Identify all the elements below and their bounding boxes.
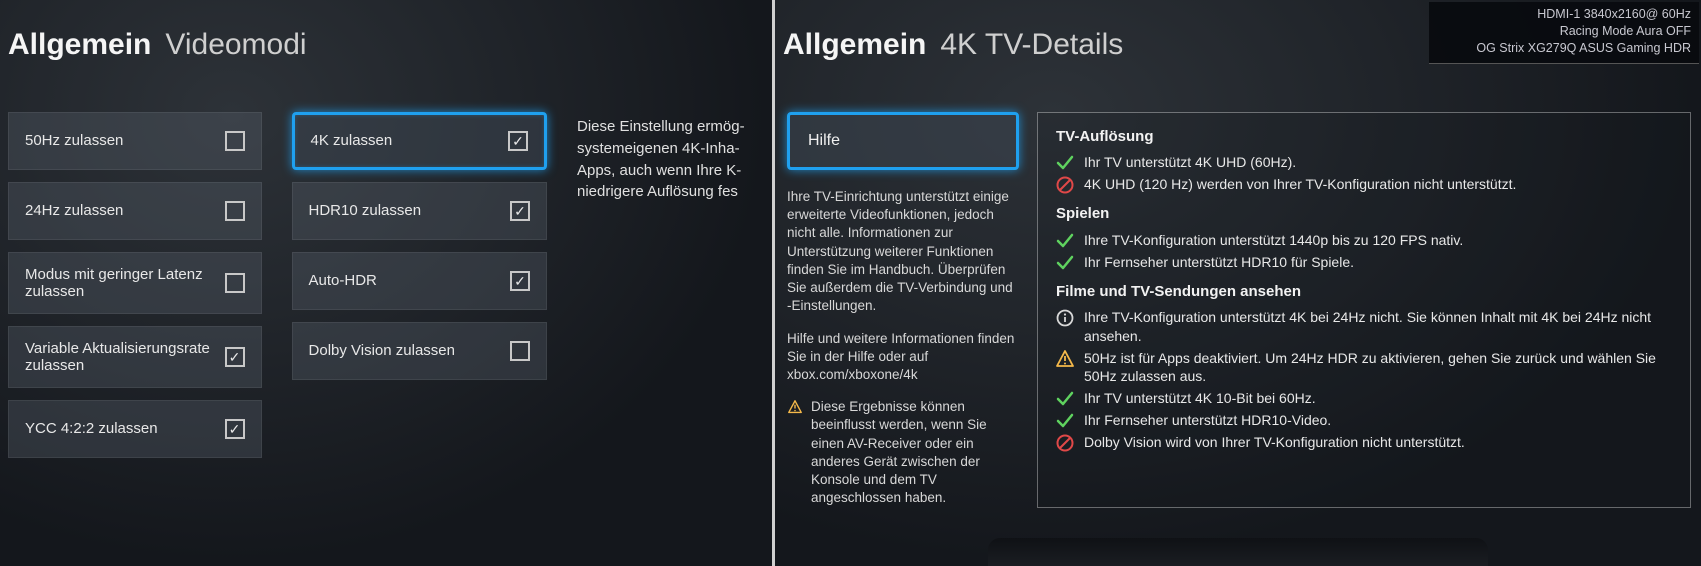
monitor-osd-overlay: HDMI-1 3840x2160@ 60Hz Racing Mode Aura …	[1429, 2, 1699, 64]
option-vrr[interactable]: Variable Aktualisierungsrate zulassen ✓	[8, 326, 262, 388]
check-icon	[1056, 254, 1074, 272]
option-24hz[interactable]: 24Hz zulassen	[8, 182, 262, 240]
no-icon	[1056, 434, 1074, 452]
option-low-latency[interactable]: Modus mit geringer Latenz zulassen	[8, 252, 262, 314]
detail-row: Ihr Fernseher unterstützt HDR10-Video.	[1056, 411, 1672, 430]
video-modes-col2: 4K zulassen ✓ HDR10 zulassen ✓ Auto-HDR …	[292, 112, 547, 458]
info-icon	[1056, 309, 1074, 327]
checkbox-icon	[225, 131, 245, 151]
option-4k[interactable]: 4K zulassen ✓	[292, 112, 547, 170]
check-icon	[1056, 232, 1074, 250]
check-icon	[1056, 390, 1074, 408]
breadcrumb: Allgemein	[783, 28, 926, 62]
warning-icon	[787, 400, 803, 414]
help-column: Hilfe Ihre TV-Einrichtung unterstützt ei…	[787, 112, 1019, 508]
detail-row: Ihr Fernseher unterstützt HDR10 für Spie…	[1056, 253, 1672, 272]
checkbox-icon: ✓	[225, 347, 245, 367]
4k-details-panel: Allgemein 4K TV-Details HDMI-1 3840x2160…	[775, 0, 1701, 566]
page-title: Videomodi	[165, 28, 306, 62]
detail-row: Ihr TV unterstützt 4K 10-Bit bei 60Hz.	[1056, 389, 1672, 408]
help-button[interactable]: Hilfe	[787, 112, 1019, 170]
option-dolby-vision[interactable]: Dolby Vision zulassen	[292, 322, 547, 380]
checkbox-icon: ✓	[225, 419, 245, 439]
help-text: Ihre TV-Einrichtung unterstützt einige e…	[787, 188, 1019, 508]
section-heading-resolution: TV-Auflösung	[1056, 127, 1672, 147]
page-title: 4K TV-Details	[940, 28, 1123, 62]
check-icon	[1056, 154, 1074, 172]
detail-row: Dolby Vision wird von Ihrer TV-Konfigura…	[1056, 433, 1672, 452]
no-icon	[1056, 176, 1074, 194]
detail-row: Ihre TV-Konfiguration unterstützt 1440p …	[1056, 231, 1672, 250]
option-auto-hdr[interactable]: Auto-HDR ✓	[292, 252, 547, 310]
checkbox-icon: ✓	[510, 201, 530, 221]
video-modes-col1: 50Hz zulassen 24Hz zulassen Modus mit ge…	[8, 112, 262, 458]
breadcrumb: Allgemein	[8, 28, 151, 62]
option-ycc422[interactable]: YCC 4:2:2 zulassen ✓	[8, 400, 262, 458]
section-heading-gaming: Spielen	[1056, 204, 1672, 224]
detail-row: Ihre TV-Konfiguration unterstützt 4K bei…	[1056, 308, 1672, 346]
tv-details-box: TV-Auflösung Ihr TV unterstützt 4K UHD (…	[1037, 112, 1691, 508]
checkbox-icon	[225, 201, 245, 221]
checkbox-icon: ✓	[510, 271, 530, 291]
option-hdr10[interactable]: HDR10 zulassen ✓	[292, 182, 547, 240]
detail-row: 50Hz ist für Apps deaktiviert. Um 24Hz H…	[1056, 349, 1672, 387]
warning-icon	[1056, 350, 1074, 368]
keyboard-silhouette	[988, 538, 1488, 566]
detail-row: 4K UHD (120 Hz) werden von Ihrer TV-Konf…	[1056, 175, 1672, 194]
checkbox-icon	[510, 341, 530, 361]
checkbox-icon: ✓	[508, 131, 528, 151]
option-description: Diese Einstellung ermög­systemeigenen 4K…	[577, 112, 772, 458]
checkbox-icon	[225, 273, 245, 293]
header-left: Allgemein Videomodi	[0, 0, 772, 62]
option-50hz[interactable]: 50Hz zulassen	[8, 112, 262, 170]
section-heading-movies: Filme und TV-Sendungen ansehen	[1056, 282, 1672, 302]
check-icon	[1056, 412, 1074, 430]
detail-row: Ihr TV unterstützt 4K UHD (60Hz).	[1056, 153, 1672, 172]
videomodi-panel: Allgemein Videomodi 50Hz zulassen 24Hz z…	[0, 0, 775, 566]
